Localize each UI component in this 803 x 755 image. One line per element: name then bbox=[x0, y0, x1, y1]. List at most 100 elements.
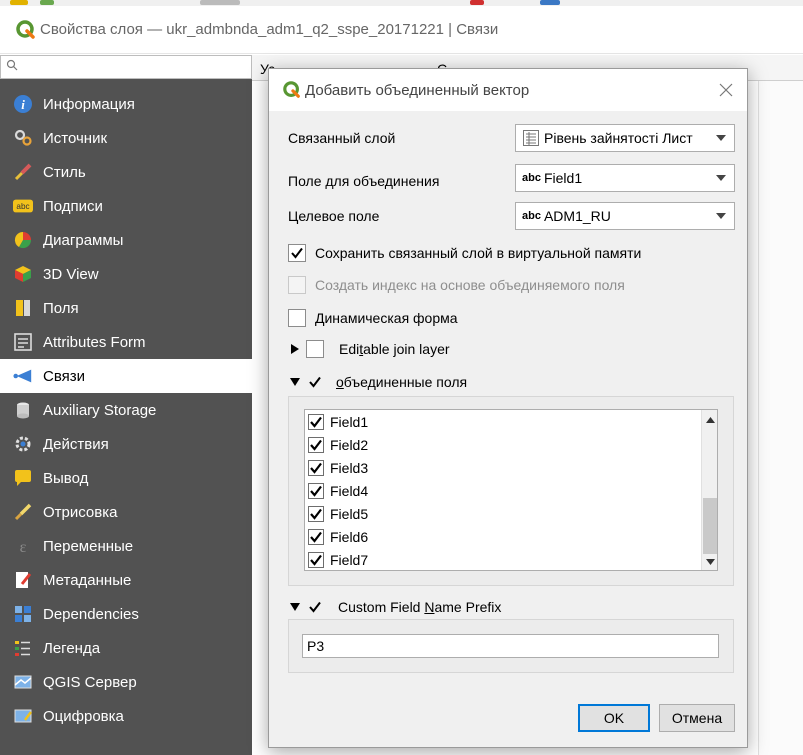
checkmark-icon bbox=[310, 439, 322, 451]
sidebar-item-4[interactable]: abc Подписи bbox=[0, 189, 252, 223]
string-field-icon: abc bbox=[522, 172, 541, 184]
cache-checkbox[interactable] bbox=[288, 244, 306, 262]
search-input[interactable] bbox=[21, 58, 249, 76]
sidebar-item-1[interactable]: i Информация bbox=[0, 87, 252, 121]
prefix-input[interactable] bbox=[302, 634, 719, 658]
svg-text:ε: ε bbox=[20, 539, 27, 556]
chevron-down-icon bbox=[712, 131, 730, 145]
sidebar-item-16[interactable]: Dependencies bbox=[0, 597, 252, 631]
checkmark-icon bbox=[310, 531, 322, 543]
arrow-down-icon bbox=[705, 559, 715, 565]
sidebar-item-label: Attributes Form bbox=[43, 333, 146, 351]
custom-prefix-checkbox[interactable] bbox=[306, 598, 324, 616]
sidebar-item-13[interactable]: Отрисовка bbox=[0, 495, 252, 529]
sidebar-search[interactable] bbox=[0, 55, 252, 79]
qgis-logo-icon bbox=[16, 19, 35, 39]
field-checkbox[interactable] bbox=[308, 436, 324, 453]
collapse-arrow-icon[interactable] bbox=[288, 600, 302, 614]
sidebar-item-18[interactable]: QGIS Сервер bbox=[0, 665, 252, 699]
join-layer-combo[interactable]: Рівень зайнятості Лист bbox=[515, 124, 735, 152]
cache-label: Сохранить связанный слой в виртуальной п… bbox=[315, 245, 642, 261]
ok-button[interactable]: OK bbox=[578, 704, 650, 732]
list-item[interactable]: Field5 bbox=[305, 502, 701, 525]
list-item[interactable]: Field2 bbox=[305, 433, 701, 456]
close-button[interactable] bbox=[715, 79, 737, 101]
target-field-combo[interactable]: abc ADM1_RU bbox=[515, 202, 735, 230]
cache-in-memory-option[interactable]: Сохранить связанный слой в виртуальной п… bbox=[288, 244, 641, 262]
sidebar-item-9[interactable]: Связи bbox=[0, 359, 252, 393]
rendering-brush-icon bbox=[13, 502, 33, 522]
joined-fields-group-header[interactable]: объединенные поля bbox=[288, 373, 467, 391]
field-label: Field5 bbox=[330, 505, 369, 522]
list-item[interactable]: Field6 bbox=[305, 525, 701, 548]
sidebar-item-17[interactable]: Легенда bbox=[0, 631, 252, 665]
sidebar-item-11[interactable]: Действия bbox=[0, 427, 252, 461]
join-field-combo[interactable]: abc Field1 bbox=[515, 164, 735, 192]
sidebar-item-10[interactable]: Auxiliary Storage bbox=[0, 393, 252, 427]
scroll-thumb[interactable] bbox=[703, 498, 717, 554]
sidebar-item-label: Действия bbox=[43, 435, 109, 453]
list-item[interactable]: Field4 bbox=[305, 479, 701, 502]
sidebar-item-7[interactable]: Поля bbox=[0, 291, 252, 325]
chevron-down-icon bbox=[712, 171, 730, 185]
sidebar-item-15[interactable]: Метаданные bbox=[0, 563, 252, 597]
cube-3d-icon bbox=[13, 264, 33, 284]
editable-join-label: Editable join layer bbox=[339, 341, 450, 357]
sidebar-item-14[interactable]: ε Переменные bbox=[0, 529, 252, 563]
string-field-icon: abc bbox=[522, 210, 541, 222]
checkmark-icon bbox=[291, 247, 303, 259]
qgis-logo-icon bbox=[283, 81, 300, 98]
scroll-down-button[interactable] bbox=[702, 554, 717, 570]
create-index-checkbox bbox=[288, 276, 306, 294]
expand-arrow-icon[interactable] bbox=[288, 342, 302, 356]
list-scrollbar[interactable] bbox=[701, 410, 717, 570]
joined-fields-checkbox[interactable] bbox=[306, 373, 324, 391]
field-label: Field4 bbox=[330, 482, 369, 499]
sidebar-item-label: Переменные bbox=[43, 537, 134, 555]
sidebar-item-5[interactable]: Диаграммы bbox=[0, 223, 252, 257]
editable-join-checkbox[interactable] bbox=[306, 340, 324, 358]
info-icon: i bbox=[13, 94, 33, 114]
field-checkbox[interactable] bbox=[308, 505, 324, 522]
actions-gear-icon bbox=[13, 434, 33, 454]
scroll-up-button[interactable] bbox=[702, 412, 717, 428]
editable-join-group-header[interactable]: Editable join layer bbox=[288, 340, 450, 358]
cancel-button[interactable]: Отмена bbox=[659, 704, 735, 732]
checkmark-icon bbox=[310, 485, 322, 497]
collapse-arrow-icon[interactable] bbox=[288, 375, 302, 389]
field-checkbox[interactable] bbox=[308, 528, 324, 545]
field-checkbox[interactable] bbox=[308, 459, 324, 476]
dynamic-form-option[interactable]: Динамическая форма bbox=[288, 309, 458, 327]
field-checkbox[interactable] bbox=[308, 413, 324, 430]
custom-prefix-group-header[interactable]: Custom Field Name Prefix bbox=[288, 598, 501, 616]
list-item[interactable]: Field3 bbox=[305, 456, 701, 479]
dynamic-form-checkbox[interactable] bbox=[288, 309, 306, 327]
field-checkbox[interactable] bbox=[308, 482, 324, 499]
sidebar-item-6[interactable]: 3D View bbox=[0, 257, 252, 291]
create-index-label: Создать индекс на основе объединяемого п… bbox=[315, 277, 625, 293]
list-item[interactable]: Field1 bbox=[305, 410, 701, 433]
list-item[interactable]: Field7 bbox=[305, 548, 701, 570]
sidebar-item-2[interactable]: Источник bbox=[0, 121, 252, 155]
search-icon bbox=[6, 59, 18, 71]
field-label: Field2 bbox=[330, 436, 369, 453]
field-label: Field7 bbox=[330, 551, 369, 568]
server-icon bbox=[13, 672, 33, 692]
sidebar-item-label: Метаданные bbox=[43, 571, 132, 589]
custom-prefix-label: Custom Field Name Prefix bbox=[338, 599, 502, 615]
sidebar-nav: i Информация Источник Стиль abc Подписи Диагра… bbox=[0, 87, 252, 733]
create-index-option: Создать индекс на основе объединяемого п… bbox=[288, 276, 625, 294]
dialog-title: Добавить объединенный вектор bbox=[305, 81, 530, 99]
main-window-titlebar: Свойства слоя — ukr_admbnda_adm1_q2_sspe… bbox=[0, 6, 803, 54]
sidebar-item-label: Диаграммы bbox=[43, 231, 124, 249]
sidebar-item-label: Информация bbox=[43, 95, 135, 113]
field-checkbox[interactable] bbox=[308, 551, 324, 568]
sidebar-item-label: 3D View bbox=[43, 265, 99, 283]
joined-fields-list[interactable]: Field1 Field2 Field3 Field4 Field5 Field6 Fiel… bbox=[304, 409, 718, 571]
checkmark-icon bbox=[310, 508, 322, 520]
sidebar-item-19[interactable]: Оцифровка bbox=[0, 699, 252, 733]
sidebar-item-3[interactable]: Стиль bbox=[0, 155, 252, 189]
joins-panel-edge bbox=[758, 81, 803, 755]
sidebar-item-12[interactable]: Вывод bbox=[0, 461, 252, 495]
sidebar-item-8[interactable]: Attributes Form bbox=[0, 325, 252, 359]
